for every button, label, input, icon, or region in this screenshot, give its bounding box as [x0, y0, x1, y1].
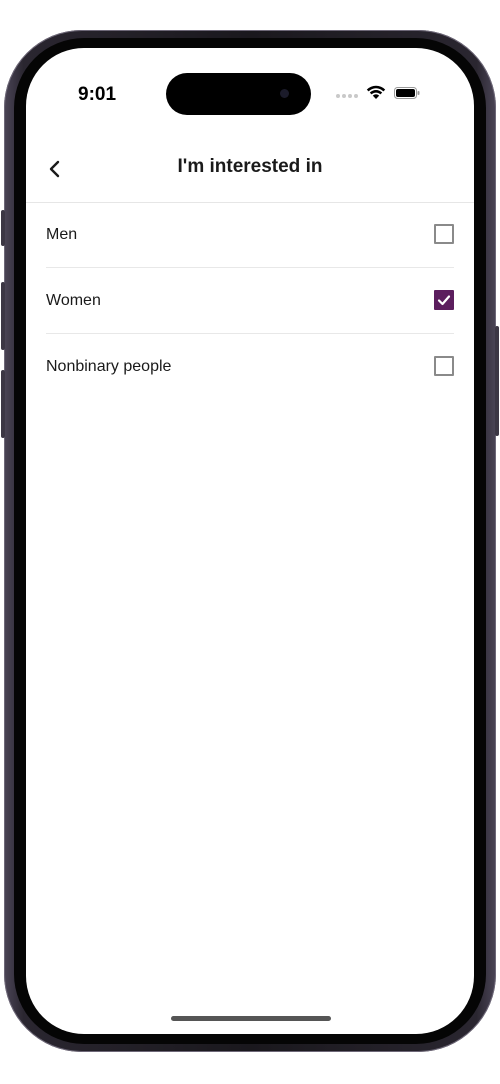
volume-down-button — [1, 370, 5, 438]
page-title: I'm interested in — [177, 156, 323, 177]
action-button — [1, 210, 5, 246]
nonbinary-people-checkbox[interactable] — [434, 356, 454, 376]
phone-bezel: 9:01 I'm interested in Men Women Nonbina… — [14, 38, 486, 1044]
men-checkbox[interactable] — [434, 224, 454, 244]
option-label: Women — [46, 291, 101, 309]
camera-icon — [280, 89, 289, 98]
battery-icon — [394, 87, 420, 99]
checkmark-icon — [437, 295, 451, 306]
option-men[interactable]: Men — [46, 202, 454, 268]
option-label: Nonbinary people — [46, 357, 172, 375]
option-label: Men — [46, 225, 78, 243]
volume-up-button — [1, 282, 5, 350]
status-time: 9:01 — [78, 84, 117, 105]
signal-icon — [336, 94, 358, 98]
option-women[interactable]: Women — [46, 268, 454, 334]
dynamic-island — [166, 73, 311, 115]
wifi-icon — [366, 85, 386, 99]
power-button — [495, 326, 499, 436]
phone-frame: 9:01 I'm interested in Men Women Nonbina… — [1, 30, 499, 1052]
navigation-bar: I'm interested in — [26, 136, 474, 203]
women-checkbox[interactable] — [434, 290, 454, 310]
option-nonbinary-people[interactable]: Nonbinary people — [46, 334, 454, 399]
screen: 9:01 I'm interested in Men Women Nonbina… — [26, 48, 474, 1034]
interest-options-list: Men Women Nonbinary people — [46, 202, 454, 399]
home-indicator[interactable] — [171, 1016, 331, 1021]
status-bar: 9:01 — [26, 48, 474, 115]
